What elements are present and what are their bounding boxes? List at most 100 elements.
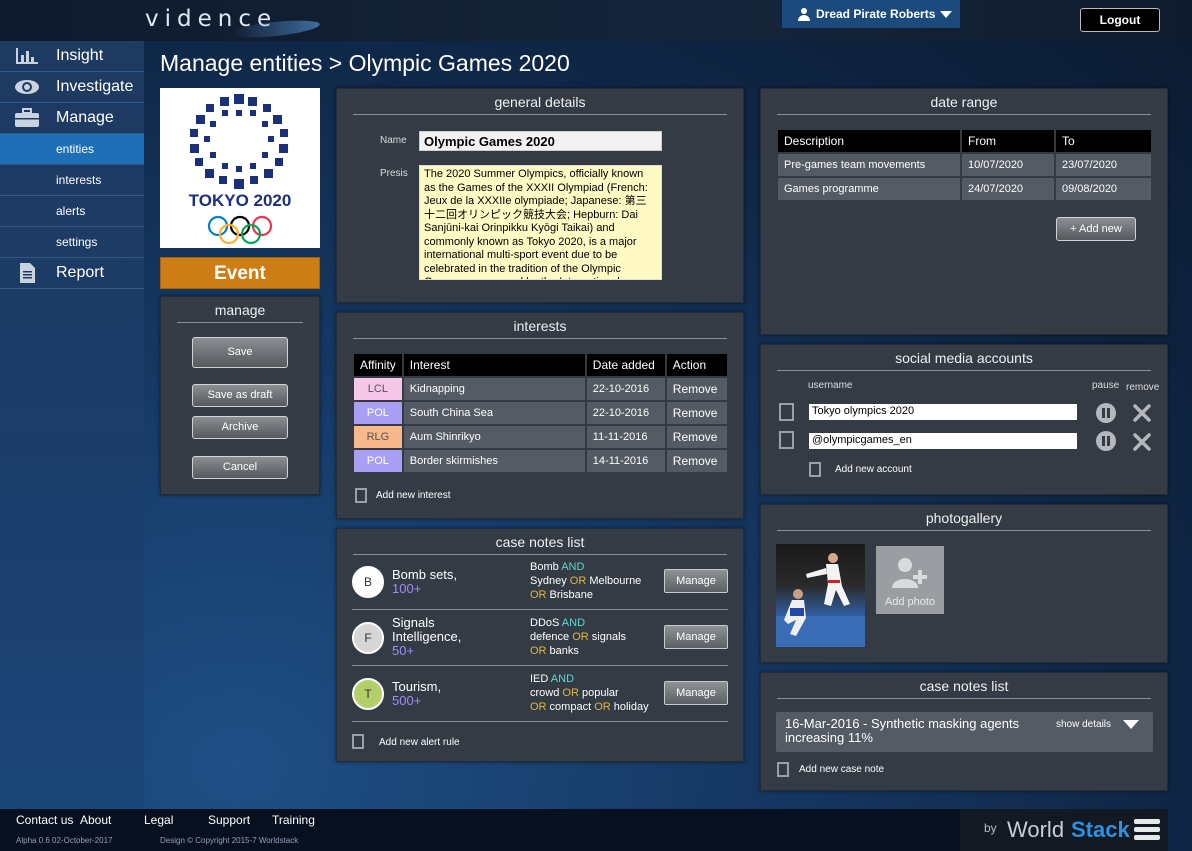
interest-cell: South China Sea [403,402,585,424]
sidebar-item-label: Insight [56,47,104,64]
rule-operator: OR [569,631,592,643]
list-item: F Signals Intelligence, 50+ DDoS AND defe… [352,610,728,666]
account-username-field[interactable]: Tokyo olympics 2020 [809,404,1077,420]
case-title-text: Tourism, [392,679,442,694]
add-account-label[interactable]: Add new account [835,464,912,475]
manage-button[interactable]: Manage [664,681,728,705]
date-range-table: Description From To Pre-games team movem… [776,128,1153,202]
footer-link-support[interactable]: Support [208,813,250,827]
save-as-draft-button[interactable]: Save as draft [192,384,288,407]
add-interest-checkbox[interactable] [355,488,367,503]
account-checkbox[interactable] [779,431,794,449]
save-button[interactable]: Save [192,337,288,368]
add-case-note-checkbox[interactable] [777,762,789,777]
sidebar-subitem-interests[interactable]: interests [0,165,144,196]
caret-down-icon[interactable] [940,11,952,18]
sidebar-item-report[interactable]: Report [0,258,144,289]
affinity-badge: LCL [354,378,402,400]
column-header: Description [778,130,960,152]
manage-button[interactable]: Manage [664,569,728,593]
add-alert-rule-checkbox[interactable] [352,734,364,749]
brand-world: World [1007,817,1065,842]
sidebar-item-insight[interactable]: Insight [0,41,144,72]
cancel-button[interactable]: Cancel [192,456,288,479]
add-interest-label[interactable]: Add new interest [376,490,451,501]
add-photo-button[interactable]: Add photo [876,546,944,614]
user-menu[interactable]: Dread Pirate Roberts [782,0,960,28]
table-row: POL Border skirmishes 14-11-2016 Remove [354,450,727,472]
rule-term: banks [546,645,579,657]
brand-by: by [984,821,997,835]
add-account-checkbox[interactable] [809,462,821,477]
remove-link[interactable]: Remove [666,450,727,472]
manage-button[interactable]: Manage [664,625,728,649]
sidebar-item-investigate[interactable]: Investigate [0,72,144,103]
rule-operator: AND [558,561,585,573]
account-checkbox[interactable] [779,403,794,421]
sidebar-subitem-alerts[interactable]: alerts [0,196,144,227]
chevron-down-icon[interactable] [1123,720,1139,729]
user-icon [798,7,810,21]
remove-link[interactable]: Remove [666,402,727,424]
case-note-item[interactable]: 16-Mar-2016 - Synthetic masking agents i… [776,712,1153,752]
presis-label: Presis [380,168,408,179]
name-field[interactable]: Olympic Games 2020 [419,131,662,151]
document-icon [14,263,40,283]
rule-operator: OR [530,701,547,713]
close-icon[interactable] [1133,404,1151,427]
interests-table: Affinity Interest Date added Action LCL … [352,352,729,474]
rule-operator: OR [530,589,547,601]
panel-title: photogallery [777,505,1151,531]
remove-link[interactable]: Remove [666,426,727,448]
footer-link-legal[interactable]: Legal [144,813,173,827]
table-row: POL South China Sea 22-10-2016 Remove [354,402,727,424]
remove-header: remove [1126,382,1160,393]
to-cell: 23/07/2020 [1056,154,1151,176]
briefcase-icon [14,108,40,128]
add-case-note-label[interactable]: Add new case note [799,764,884,775]
worldstack-brand: by World Stack [960,809,1168,851]
footer-link-contact[interactable]: Contact us [16,813,73,827]
manage-panel: manage Save Save as draft Archive Cancel [160,296,320,495]
show-details-link[interactable]: show details [1056,719,1111,730]
pause-icon[interactable] [1095,430,1117,457]
presis-textarea[interactable]: The 2020 Summer Olympics, officially kno… [419,165,662,280]
close-icon[interactable] [1133,433,1151,456]
rule-term: holiday [610,701,649,713]
account-username-field[interactable]: @olympicgames_en [809,433,1077,449]
remove-link[interactable]: Remove [666,378,727,400]
avatar: T [352,678,384,710]
add-date-range-button[interactable]: + Add new [1056,217,1136,241]
sidebar-item-label: Report [56,264,105,281]
rule-term: Bomb [530,561,559,573]
top-bar: vidence Dread Pirate Roberts Logout [0,0,1192,41]
rule-operator: OR [559,687,582,699]
copyright-text: Design © Copyright 2015-7 Worldstack [160,836,299,845]
gallery-photo[interactable] [776,544,865,647]
table-row: RLG Aum Shinrikyo 11-11-2016 Remove [354,426,727,448]
affinity-badge: RLG [354,426,402,448]
logout-button[interactable]: Logout [1080,8,1160,32]
list-item: T Tourism, 500+ IED AND crowd OR popular … [352,666,728,722]
pause-icon[interactable] [1095,402,1117,429]
footer-link-about[interactable]: About [80,813,111,827]
rule-term: popular [581,687,619,699]
panel-title: social media accounts [777,345,1151,371]
case-note-text: 16-Mar-2016 - Synthetic masking agents i… [785,716,1020,745]
table-row: LCL Kidnapping 22-10-2016 Remove [354,378,727,400]
column-header: Affinity [354,354,402,376]
affinity-badge: POL [354,450,402,472]
entity-type-badge: Event [160,257,320,289]
column-header: From [962,130,1054,152]
sidebar-item-manage[interactable]: Manage [0,103,144,134]
column-header: Date added [586,354,665,376]
add-alert-rule-label[interactable]: Add new alert rule [379,737,460,748]
archive-button[interactable]: Archive [192,416,288,439]
date-cell: 14-11-2016 [586,450,665,472]
affinity-badge: POL [354,402,402,424]
sidebar-subitem-settings[interactable]: settings [0,227,144,258]
case-count: 500+ [392,693,422,708]
sidebar-subitem-entities[interactable]: entities [0,134,144,165]
footer-link-training[interactable]: Training [272,813,315,827]
case-title-text: Bomb sets, [392,567,458,582]
